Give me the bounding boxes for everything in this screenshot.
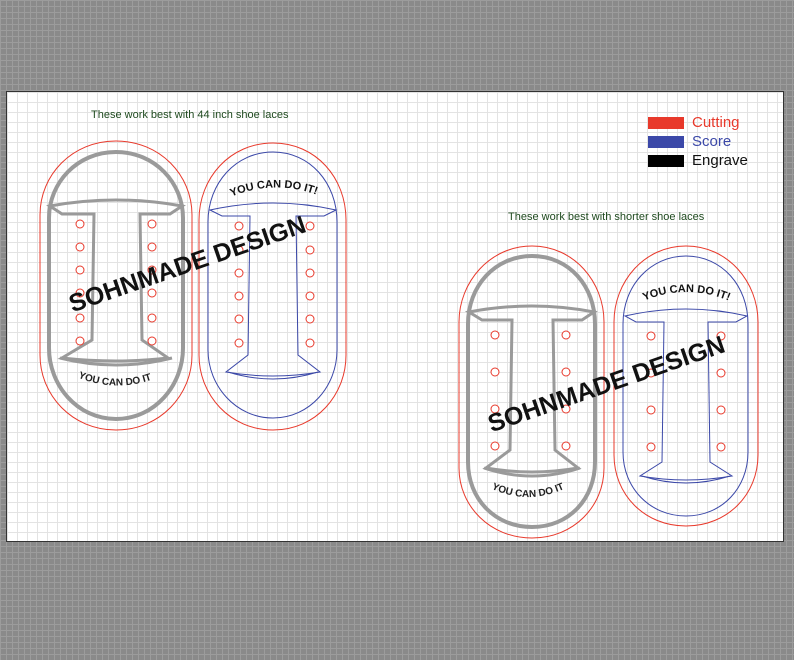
eyelet xyxy=(646,405,656,415)
eyelet xyxy=(561,330,571,340)
eyelet xyxy=(305,245,315,255)
eyelet xyxy=(305,221,315,231)
eyelet xyxy=(75,265,85,275)
watermark-right: SOHNMADE DESIGN xyxy=(484,331,728,438)
eyelet xyxy=(490,330,500,340)
eyelet xyxy=(234,268,244,278)
eyelet xyxy=(561,367,571,377)
eyelet xyxy=(716,368,726,378)
eyelet xyxy=(646,331,656,341)
engrave-text-gray-large: YOU CAN DO IT xyxy=(77,370,153,388)
eyelet xyxy=(716,405,726,415)
eyelet xyxy=(234,314,244,324)
eyelet xyxy=(305,268,315,278)
eyelet xyxy=(147,313,157,323)
eyelet xyxy=(646,442,656,452)
eyelet xyxy=(305,314,315,324)
eyelet xyxy=(234,221,244,231)
tongue-blue-small xyxy=(623,308,749,481)
eyelet xyxy=(716,442,726,452)
shoe-templates: YOU CAN DO IT YOU CAN DO IT! YOU CAN DO … xyxy=(39,140,759,539)
engrave-text-blue-large: YOU CAN DO IT! xyxy=(228,178,319,199)
watermark-left: SOHNMADE DESIGN xyxy=(65,211,309,318)
eyelet xyxy=(305,338,315,348)
eyelet xyxy=(75,242,85,252)
eyelet xyxy=(234,338,244,348)
eyelet xyxy=(75,336,85,346)
eyelet xyxy=(147,242,157,252)
engrave-text-blue-small: YOU CAN DO IT! xyxy=(641,283,732,303)
eyelet xyxy=(305,291,315,301)
blue-shoe-large: YOU CAN DO IT! xyxy=(198,142,347,431)
eyelet xyxy=(147,219,157,229)
eyelet xyxy=(561,441,571,451)
shoe-body-blue-large xyxy=(207,151,338,419)
engrave-text-gray-small: YOU CAN DO IT xyxy=(490,481,565,500)
eyelet xyxy=(75,219,85,229)
eyelet xyxy=(490,367,500,377)
eyelet xyxy=(234,291,244,301)
eyelet xyxy=(147,336,157,346)
eyelet xyxy=(490,441,500,451)
